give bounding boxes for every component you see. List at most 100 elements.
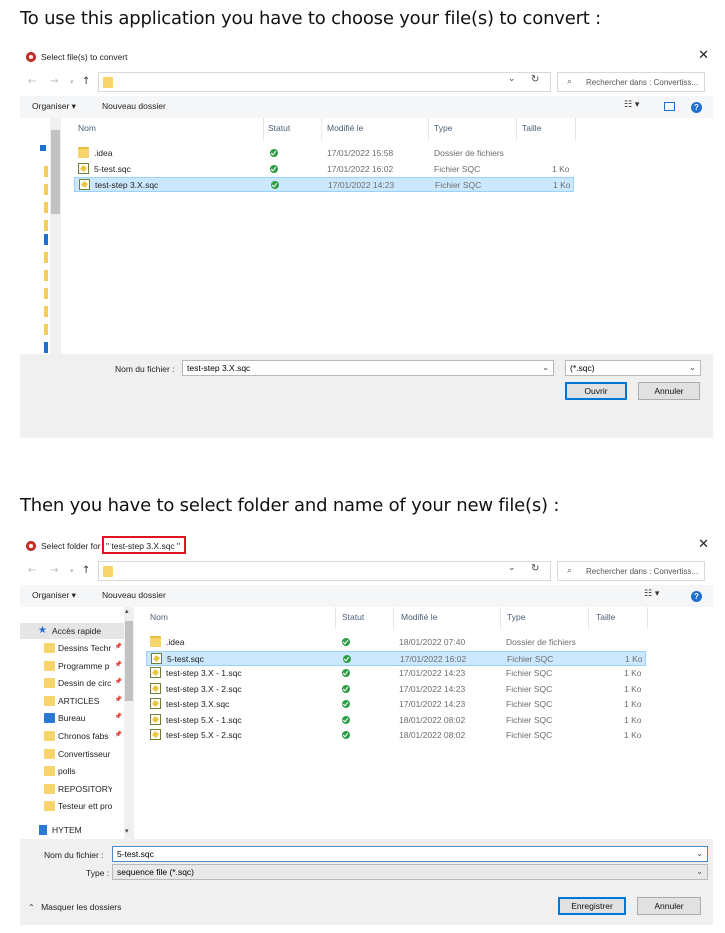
- up-arrow-icon[interactable]: ↑: [82, 565, 90, 576]
- nav-item[interactable]: Chronos fabs 📌: [20, 728, 124, 744]
- column-size[interactable]: Taille: [596, 612, 615, 622]
- organize-button[interactable]: Organiser ▾: [32, 590, 76, 601]
- forward-icon[interactable]: →: [50, 76, 58, 87]
- search-input[interactable]: ⌕ Rechercher dans : Convertiss...: [557, 72, 705, 92]
- scroll-down-icon[interactable]: ▾: [125, 827, 129, 835]
- column-separator[interactable]: [500, 607, 501, 629]
- up-arrow-icon[interactable]: ↑: [82, 76, 90, 87]
- file-row[interactable]: test-step 5.X - 1.sqc 18/01/2022 08:02 Fic…: [146, 713, 646, 728]
- save-button[interactable]: Enregistrer: [558, 897, 626, 915]
- new-folder-button[interactable]: Nouveau dossier: [102, 101, 166, 111]
- file-row[interactable]: test-step 3.X.sqc 17/01/2022 14:23 Fichier…: [74, 177, 574, 192]
- synced-status-icon: [342, 700, 350, 708]
- nav-folder-icon[interactable]: [44, 324, 48, 335]
- column-separator[interactable]: [588, 607, 589, 629]
- chevron-down-icon[interactable]: ⌄: [696, 849, 703, 858]
- back-icon[interactable]: ←: [28, 76, 36, 87]
- file-row[interactable]: test-step 5.X - 2.sqc 18/01/2022 08:02 Fic…: [146, 728, 646, 743]
- close-icon[interactable]: ✕: [698, 48, 709, 63]
- nav-folder-icon[interactable]: [44, 288, 48, 299]
- scroll-up-icon[interactable]: ▴: [125, 607, 129, 615]
- column-type[interactable]: Type: [507, 612, 525, 622]
- nav-computer[interactable]: HYTEM: [20, 822, 124, 838]
- cancel-button[interactable]: Annuler: [637, 897, 701, 915]
- column-separator[interactable]: [428, 118, 429, 140]
- filter-select[interactable]: (*.sqc) ⌄: [565, 360, 701, 376]
- nav-item[interactable]: Programme p 📌: [20, 658, 124, 674]
- close-icon[interactable]: ✕: [698, 537, 709, 552]
- column-separator[interactable]: [335, 607, 336, 629]
- chevron-down-icon[interactable]: ⌄: [696, 867, 703, 876]
- nav-item[interactable]: Bureau 📌: [20, 710, 124, 726]
- nav-folder-icon[interactable]: [44, 220, 48, 231]
- nav-item[interactable]: Testeur ett progr: [20, 798, 124, 814]
- column-size[interactable]: Taille: [522, 123, 541, 133]
- column-separator[interactable]: [393, 607, 394, 629]
- column-status[interactable]: Statut: [342, 612, 364, 622]
- nav-folder-icon[interactable]: [44, 306, 48, 317]
- file-row[interactable]: .idea 18/01/2022 07:40 Dossier de fichiers: [146, 635, 646, 650]
- refresh-icon[interactable]: ↻: [531, 563, 539, 574]
- nav-folder-icon[interactable]: [44, 252, 48, 263]
- column-separator[interactable]: [321, 118, 322, 140]
- preview-pane-icon[interactable]: [664, 102, 675, 111]
- nav-item[interactable]: Convertisseur v3: [20, 746, 124, 762]
- nav-scrollbar[interactable]: ▴ ▾: [124, 607, 134, 839]
- column-separator[interactable]: [263, 118, 264, 140]
- chevron-down-icon[interactable]: ⌄: [508, 74, 516, 84]
- column-name[interactable]: Nom: [150, 612, 168, 622]
- nav-folder-icon[interactable]: [44, 270, 48, 281]
- filename-input[interactable]: 5-test.sqc ⌄: [112, 846, 708, 862]
- nav-folder-icon[interactable]: [44, 202, 48, 213]
- column-status[interactable]: Statut: [268, 123, 290, 133]
- column-modified[interactable]: Modifié le: [401, 612, 437, 622]
- column-separator[interactable]: [647, 607, 648, 629]
- nav-item[interactable]: polls: [20, 763, 124, 779]
- column-separator[interactable]: [575, 118, 576, 140]
- nav-computer-icon[interactable]: [44, 342, 48, 353]
- address-bar[interactable]: [98, 561, 551, 581]
- nav-item[interactable]: Dessin de circ 📌: [20, 675, 124, 691]
- file-row[interactable]: test-step 3.X - 1.sqc 17/01/2022 14:23 Fic…: [146, 666, 646, 681]
- recent-chevron-icon[interactable]: ▾: [70, 78, 74, 86]
- filename-input[interactable]: test-step 3.X.sqc ⌄: [182, 360, 554, 376]
- file-row[interactable]: test-step 3.X.sqc 17/01/2022 14:23 Fichier…: [146, 697, 646, 712]
- column-modified[interactable]: Modifié le: [327, 123, 363, 133]
- nav-item[interactable]: Dessins Techr 📌: [20, 640, 124, 656]
- nav-item[interactable]: ARTICLES 📌: [20, 693, 124, 709]
- cancel-button[interactable]: Annuler: [638, 382, 700, 400]
- column-type[interactable]: Type: [434, 123, 452, 133]
- nav-folder-icon[interactable]: [44, 184, 48, 195]
- organize-button[interactable]: Organiser ▾: [32, 101, 76, 112]
- scrollbar-thumb[interactable]: [125, 621, 133, 701]
- file-row[interactable]: .idea 17/01/2022 15:58 Dossier de fichiers: [74, 146, 574, 161]
- chevron-down-icon[interactable]: ⌄: [542, 363, 549, 372]
- nav-desktop-icon[interactable]: [44, 234, 48, 245]
- view-options-icon[interactable]: ☷ ▾: [644, 589, 659, 599]
- chevron-down-icon[interactable]: ⌄: [508, 563, 516, 573]
- chevron-down-icon[interactable]: ⌄: [689, 363, 696, 372]
- nav-quick-access[interactable]: ★ Accès rapide: [20, 623, 124, 639]
- file-row[interactable]: test-step 3.X - 2.sqc 17/01/2022 14:23 Fic…: [146, 682, 646, 697]
- open-button[interactable]: Ouvrir: [565, 382, 627, 400]
- address-bar[interactable]: [98, 72, 551, 92]
- column-separator[interactable]: [516, 118, 517, 140]
- nav-item[interactable]: REPOSITORY FIR: [20, 781, 124, 797]
- search-input[interactable]: ⌕ Rechercher dans : Convertiss...: [557, 561, 705, 581]
- help-icon[interactable]: ?: [691, 591, 702, 602]
- nav-scrollbar[interactable]: [50, 118, 61, 354]
- forward-icon[interactable]: →: [50, 565, 58, 576]
- view-options-icon[interactable]: ☷ ▾: [624, 100, 639, 110]
- file-row[interactable]: 5-test.sqc 17/01/2022 16:02 Fichier SQC 1 K…: [146, 650, 646, 666]
- new-folder-button[interactable]: Nouveau dossier: [102, 590, 166, 600]
- hide-folders-toggle[interactable]: ⌃ Masquer les dossiers: [28, 902, 121, 912]
- recent-chevron-icon[interactable]: ▾: [70, 567, 74, 575]
- back-icon[interactable]: ←: [28, 565, 36, 576]
- help-icon[interactable]: ?: [691, 102, 702, 113]
- file-type-select[interactable]: sequence file (*.sqc) ⌄: [112, 864, 708, 880]
- file-row[interactable]: 5-test.sqc 17/01/2022 16:02 Fichier SQC 1 K…: [74, 162, 574, 177]
- scrollbar-thumb[interactable]: [51, 130, 60, 214]
- column-name[interactable]: Nom: [78, 123, 96, 133]
- refresh-icon[interactable]: ↻: [531, 74, 539, 85]
- nav-folder-icon[interactable]: [44, 166, 48, 177]
